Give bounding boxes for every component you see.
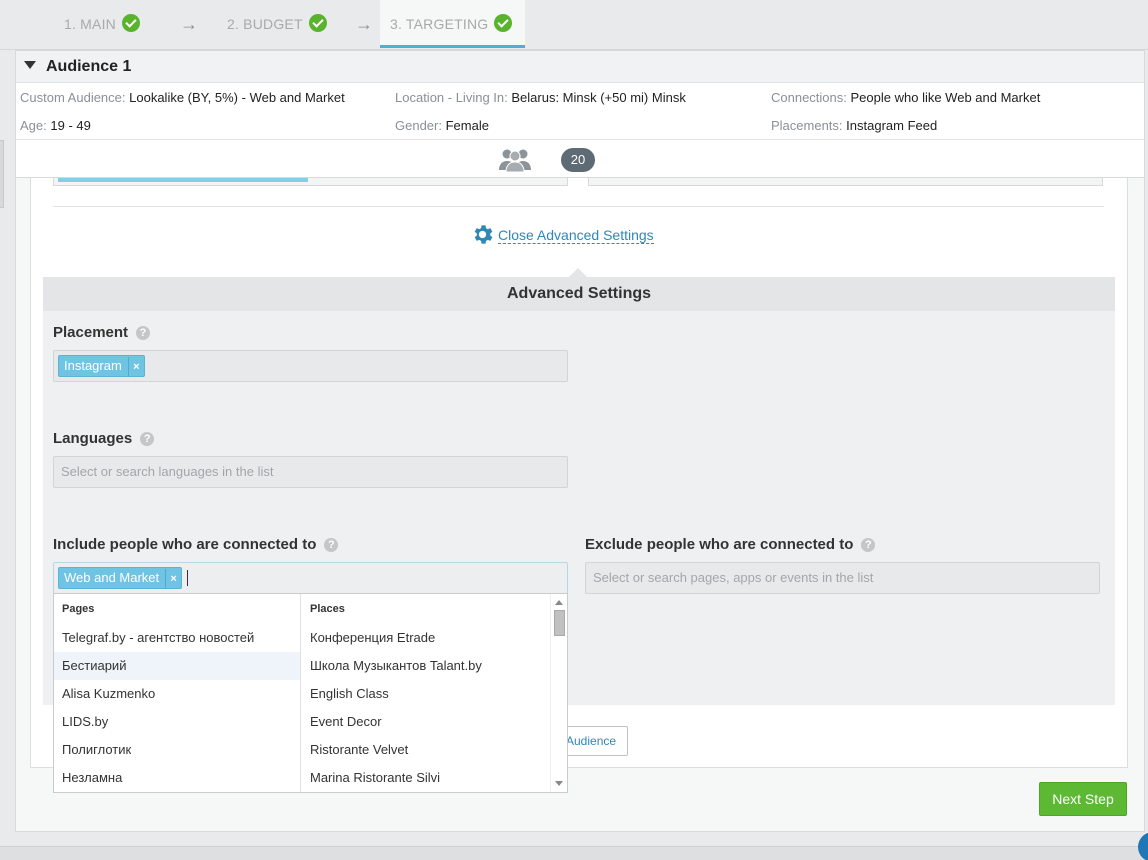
pointer-notch [569,268,587,277]
check-icon [308,14,327,32]
dropdown-option[interactable]: English Class [302,680,550,708]
exclude-placeholder: Select or search pages, apps or events i… [593,570,874,585]
check-icon [494,14,513,32]
dropdown-option[interactable]: Бестиарий [54,652,300,680]
connections-dropdown: Pages Telegraf.by - агентство новостей Б… [53,593,568,793]
people-icon [499,149,531,172]
arrow-right-icon: → [355,14,373,34]
include-tag: Web and Market × [58,567,183,589]
include-label-text: Include people who are connected to [53,536,317,553]
include-connections-input[interactable]: Web and Market × [53,562,568,594]
placement-input[interactable]: Instagram × [53,350,568,382]
help-icon[interactable]: ? [861,538,876,552]
summary-gender: Gender: Female [395,118,489,133]
scroll-thumb[interactable] [554,610,565,636]
summary-value: People who like Web and Market [850,90,1041,105]
languages-label-text: Languages [53,430,133,447]
pages-column: Pages Telegraf.by - агентство новостей Б… [54,594,301,792]
remove-tag-icon[interactable]: × [165,569,181,589]
placement-tag-label: Instagram [64,358,122,373]
summary-value: Instagram Feed [846,118,938,133]
languages-input[interactable]: Select or search languages in the list [53,456,568,488]
step-budget-label: 2. BUDGET [227,16,303,32]
arrow-right-icon: → [180,14,198,34]
dropdown-option[interactable]: Конференция Etrade [302,624,550,652]
dropdown-option[interactable]: LIDS.by [54,708,300,736]
help-icon[interactable]: ? [136,326,151,340]
exclude-connections-input[interactable]: Select or search pages, apps or events i… [585,562,1100,594]
exclude-label-text: Exclude people who are connected to [585,536,854,553]
summary-key: Connections: [771,90,847,105]
summary-custom-audience: Custom Audience: Lookalike (BY, 5%) - We… [20,90,345,105]
summary-key: Gender: [395,118,442,133]
remove-tag-icon[interactable]: × [127,357,144,377]
bottom-bar [0,846,1148,860]
placement-label-text: Placement [53,324,129,341]
include-connections-label: Include people who are connected to? [53,536,339,553]
summary-value: Female [445,118,489,133]
check-icon [121,14,140,32]
languages-label: Languages? [53,430,155,447]
side-tab[interactable] [0,140,4,208]
dropdown-option[interactable]: Ristorante Velvet [302,736,550,764]
divider [53,206,1104,207]
summary-footer: 20 [16,139,1144,178]
dropdown-option[interactable]: Полиглотик [54,736,300,764]
dropdown-option[interactable]: Alisa Kuzmenko [54,680,300,708]
advanced-settings-title: Advanced Settings [43,277,1115,311]
gear-icon [474,225,493,244]
summary-key: Placements: [771,118,843,133]
scroll-down-icon[interactable] [555,781,563,786]
dropdown-option[interactable]: Event Decor [302,708,550,736]
summary-location: Location - Living In: Belarus: Minsk (+5… [395,90,686,105]
close-advanced-label: Close Advanced Settings [498,226,654,244]
step-targeting[interactable]: 3. TARGETING [380,0,525,48]
close-advanced-settings[interactable]: Close Advanced Settings [470,221,654,247]
placement-tag: Instagram × [58,355,145,377]
summary-age: Age: 19 - 49 [20,118,91,133]
step-main[interactable]: 1. MAIN [64,0,140,48]
summary-value: Belarus: Minsk (+50 mi) Minsk [511,90,686,105]
caret-down-icon [24,61,36,69]
dropdown-option[interactable]: Marina Ristorante Silvi [302,764,550,792]
audience-summary: Audience 1 Custom Audience: Lookalike (B… [15,50,1145,178]
wizard-steps: 1. MAIN → 2. BUDGET → 3. TARGETING [0,0,1148,50]
summary-key: Age: [20,118,47,133]
exclude-connections-label: Exclude people who are connected to? [585,536,876,553]
summary-value: 19 - 49 [50,118,91,133]
audience-count-badge: 20 [561,148,595,172]
help-icon[interactable]: ? [324,538,339,552]
dropdown-option[interactable]: Школа Музыкантов Talant.by [302,652,550,680]
include-tag-label: Web and Market [64,570,160,585]
dropdown-scrollbar[interactable] [550,594,567,792]
audience-title: Audience 1 [46,58,132,75]
dropdown-option[interactable]: Незламна [54,764,300,792]
next-step-button[interactable]: Next Step [1039,782,1127,816]
places-column: Places Конференция Etrade Школа Музыкант… [302,594,550,792]
summary-connections: Connections: People who like Web and Mar… [771,90,1040,105]
text-cursor [187,570,188,586]
pages-header: Pages [62,603,95,615]
dropdown-option[interactable]: Telegraf.by - агентство новостей [54,624,300,652]
placement-label: Placement? [53,324,151,341]
step-main-label: 1. MAIN [64,16,116,32]
summary-key: Custom Audience: [20,90,126,105]
help-icon[interactable]: ? [140,432,155,446]
scroll-up-icon[interactable] [555,600,563,605]
audience-header[interactable]: Audience 1 [16,51,1144,83]
step-budget[interactable]: 2. BUDGET [227,0,327,48]
summary-value: Lookalike (BY, 5%) - Web and Market [129,90,345,105]
languages-placeholder: Select or search languages in the list [61,464,274,479]
summary-placements: Placements: Instagram Feed [771,118,937,133]
summary-key: Location - Living In: [395,90,508,105]
step-targeting-label: 3. TARGETING [390,16,489,32]
places-header: Places [310,603,345,615]
